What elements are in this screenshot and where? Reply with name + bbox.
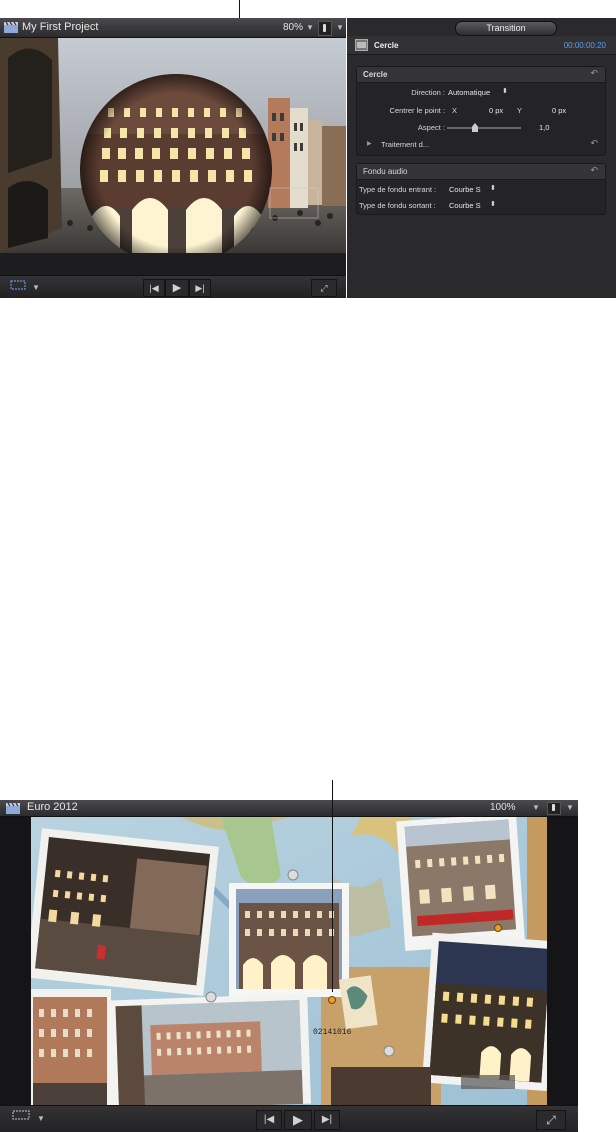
timecode: 00:00:00:20 xyxy=(563,41,606,50)
cercle-section: Cercle ↶ Direction : Automatique ⬍ Centr… xyxy=(356,66,606,156)
section-title: Fondu audio xyxy=(363,167,408,176)
viewer-top: My First Project 80% ▼ ▼ ▼ |◀ ▶ ▶| ⤢ xyxy=(0,18,346,298)
tab-transition[interactable]: Transition xyxy=(455,21,557,36)
viewer-bottom: Euro 2012 100% ▼ ▼ 02141016 ▼ |◀ ▶ ▶| ⤢ xyxy=(0,800,578,1132)
effect-name: Cercle xyxy=(374,41,399,50)
y-value[interactable]: 0 px xyxy=(552,106,566,115)
go-to-start-icon[interactable]: |◀ xyxy=(143,279,165,297)
view-options-icon[interactable] xyxy=(10,1109,32,1125)
fade-out-label: Type de fondu sortant : xyxy=(359,201,436,210)
fade-in-label: Type de fondu entrant : xyxy=(359,185,437,194)
stepper-icon[interactable]: ⬍ xyxy=(490,200,496,208)
center-label: Centrer le point : xyxy=(389,106,445,115)
direction-label: Direction : xyxy=(411,88,445,97)
collage-preview: 02141016 xyxy=(31,817,547,1105)
go-to-end-icon[interactable]: ▶| xyxy=(189,279,211,297)
treatment-label[interactable]: Traitement d... xyxy=(381,140,429,149)
stamp-text: 02141016 xyxy=(313,1028,352,1037)
go-to-start-icon[interactable]: |◀ xyxy=(256,1110,282,1130)
collage-image: 02141016 xyxy=(31,817,547,1105)
stepper-icon[interactable]: ⬍ xyxy=(490,184,496,192)
y-label: Y xyxy=(517,106,523,115)
chevron-down-icon[interactable]: ▼ xyxy=(336,23,344,32)
play-icon[interactable]: ▶ xyxy=(165,279,189,297)
fade-in-popup[interactable]: Courbe S xyxy=(449,185,481,194)
chevron-down-icon[interactable]: ▼ xyxy=(566,803,574,812)
disclosure-triangle-icon[interactable]: ▶ xyxy=(367,140,372,147)
callout-line-bottom xyxy=(332,780,333,992)
view-options-icon[interactable] xyxy=(8,279,28,295)
x-value[interactable]: 0 px xyxy=(489,106,503,115)
fullscreen-icon[interactable]: ⤢ xyxy=(536,1110,566,1130)
section-title: Cercle xyxy=(363,70,388,79)
chevron-down-icon[interactable]: ▼ xyxy=(32,283,40,292)
viewer-title-bar: My First Project 80% ▼ ▼ xyxy=(0,18,346,38)
aspect-value[interactable]: 1,0 xyxy=(539,123,549,132)
zoom-level[interactable]: 80% xyxy=(283,22,303,33)
zoom-level[interactable]: 100% xyxy=(490,802,516,813)
chevron-down-icon[interactable]: ▼ xyxy=(306,23,314,32)
go-to-end-icon[interactable]: ▶| xyxy=(314,1110,340,1130)
project-title: My First Project xyxy=(22,21,99,33)
video-preview xyxy=(0,38,346,253)
chevron-down-icon[interactable]: ▼ xyxy=(37,1114,45,1123)
project-title: Euro 2012 xyxy=(27,801,78,813)
x-label: X xyxy=(452,106,458,115)
play-icon[interactable]: ▶ xyxy=(284,1110,312,1130)
direction-popup[interactable]: Automatique xyxy=(448,88,490,97)
clapper-icon xyxy=(6,803,20,814)
chevron-down-icon[interactable]: ▼ xyxy=(532,803,540,812)
reset-icon[interactable]: ↶ xyxy=(590,138,598,149)
reset-icon[interactable]: ↶ xyxy=(590,165,598,176)
stepper-icon[interactable]: ⬍ xyxy=(502,87,508,95)
preview-image xyxy=(0,38,346,253)
audio-meter-icon[interactable] xyxy=(318,21,332,36)
reset-icon[interactable]: ↶ xyxy=(590,68,598,79)
fondu-audio-section: Fondu audio ↶ Type de fondu entrant : Co… xyxy=(356,163,606,215)
fade-out-popup[interactable]: Courbe S xyxy=(449,201,481,210)
inspector-panel: Transition Cercle 00:00:00:20 Cercle ↶ D… xyxy=(347,18,616,298)
transport-bar: ▼ |◀ ▶ ▶| ⤢ xyxy=(0,1105,578,1132)
fullscreen-icon[interactable]: ⤢ xyxy=(311,279,337,297)
cercle-section-header: Cercle ↶ xyxy=(357,67,605,83)
audio-meter-icon[interactable] xyxy=(547,802,561,815)
transition-icon xyxy=(355,39,368,51)
clapper-icon xyxy=(4,22,18,33)
aspect-label: Aspect : xyxy=(417,123,445,132)
transport-bar: ▼ |◀ ▶ ▶| ⤢ xyxy=(0,275,346,298)
slider-thumb[interactable] xyxy=(472,123,478,132)
inspector-header: Cercle 00:00:00:20 xyxy=(347,36,616,55)
viewer-title-bar: Euro 2012 100% ▼ ▼ xyxy=(0,800,578,817)
fondu-section-header: Fondu audio ↶ xyxy=(357,164,605,180)
aspect-slider[interactable] xyxy=(447,123,521,132)
